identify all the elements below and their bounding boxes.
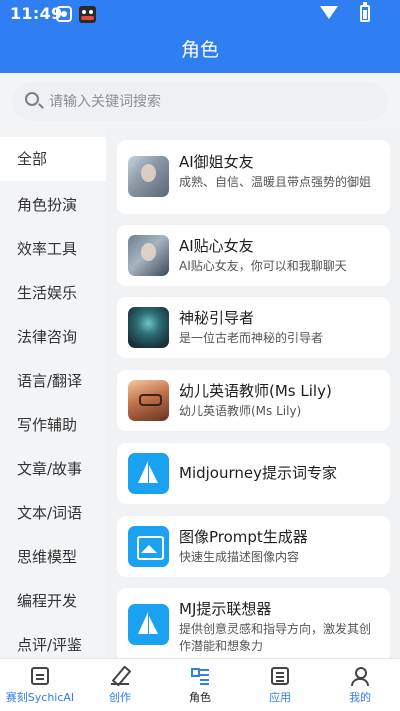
bottom-tab-bar: 赛刻SychicAI 创作 角色 应用 我的 — [0, 658, 400, 711]
portrait-avatar — [128, 235, 169, 276]
tab-label: 赛刻SychicAI — [5, 691, 75, 704]
role-card[interactable]: 图像Prompt生成器 快速生成描述图像内容 — [117, 516, 390, 577]
role-title: AI贴心女友 — [179, 237, 254, 255]
sidebar-item-writing[interactable]: 写作辅助 — [0, 403, 106, 447]
portrait-avatar — [128, 156, 169, 197]
sailboat-icon — [128, 453, 169, 494]
role-card[interactable]: 神秘引导者 是一位古老而神秘的引导者 — [117, 297, 390, 358]
tab-sychicai[interactable]: 赛刻SychicAI — [0, 659, 80, 711]
role-desc: 幼儿英语教师(Ms Lily) — [179, 404, 302, 418]
status-bar: 11:49 — [0, 0, 400, 28]
tab-label: 角色 — [189, 691, 211, 704]
role-card[interactable]: MJ提示联想器 提供创意灵感和指导方向，激发其创作潜能和想象力 — [117, 588, 390, 658]
sidebar-item-programming[interactable]: 编程开发 — [0, 579, 106, 623]
tab-label: 我的 — [349, 691, 371, 704]
tab-roles[interactable]: 角色 — [160, 659, 240, 711]
category-sidebar: 全部 角色扮演 效率工具 生活娱乐 法律咨询 语言/翻译 写作辅助 文章/故事 … — [0, 128, 106, 658]
sidebar-item-text[interactable]: 文本/词语 — [0, 491, 106, 535]
sidebar-item-legal[interactable]: 法律咨询 — [0, 315, 106, 359]
doc-icon — [271, 667, 289, 685]
role-title: AI御姐女友 — [179, 153, 254, 171]
list-icon — [191, 667, 209, 685]
sidebar-item-articles[interactable]: 文章/故事 — [0, 447, 106, 491]
tab-create[interactable]: 创作 — [80, 659, 160, 711]
role-desc: 快速生成描述图像内容 — [179, 550, 300, 564]
sidebar-item-roleplay[interactable]: 角色扮演 — [0, 183, 106, 227]
role-title: 神秘引导者 — [179, 309, 255, 327]
role-title: MJ提示联想器 — [179, 600, 272, 618]
wifi-icon — [320, 6, 338, 19]
role-card[interactable]: AI贴心女友 AI贴心女友，你可以和我聊聊天 — [117, 225, 390, 286]
role-title: Midjourney提示词专家 — [179, 464, 337, 482]
chat-icon — [31, 667, 49, 685]
search-input[interactable] — [49, 82, 379, 121]
tab-label: 创作 — [109, 691, 131, 704]
sidebar-item-thinking[interactable]: 思维模型 — [0, 535, 106, 579]
mystic-avatar — [128, 307, 169, 348]
page-title: 角色 — [0, 28, 400, 73]
role-desc: 提供创意灵感和指导方向，激发其创作潜能和想象力 — [179, 622, 372, 653]
pen-icon — [111, 667, 129, 685]
battery-icon — [360, 2, 370, 22]
sidebar-item-review[interactable]: 点评/评鉴 — [0, 623, 106, 658]
role-card[interactable]: AI御姐女友 成熟、自信、温暖且带点强势的御姐 — [117, 140, 390, 214]
user-icon — [351, 667, 369, 686]
role-card[interactable]: 幼儿英语教师(Ms Lily) 幼儿英语教师(Ms Lily) — [117, 370, 390, 431]
sidebar-item-lifestyle[interactable]: 生活娱乐 — [0, 271, 106, 315]
role-title: 幼儿英语教师(Ms Lily) — [179, 382, 332, 400]
tab-apps[interactable]: 应用 — [240, 659, 320, 711]
tab-label: 应用 — [269, 691, 291, 704]
role-desc: AI贴心女友，你可以和我聊聊天 — [179, 259, 347, 273]
role-card[interactable]: Midjourney提示词专家 — [117, 443, 390, 504]
search-bar[interactable] — [12, 82, 388, 121]
image-icon — [128, 526, 169, 567]
panda-app-icon — [79, 6, 96, 23]
teacher-avatar — [128, 380, 169, 421]
notification-app-icon — [56, 6, 72, 22]
tab-mine[interactable]: 我的 — [320, 659, 400, 711]
sidebar-item-productivity[interactable]: 效率工具 — [0, 227, 106, 271]
sailboat-icon — [128, 604, 169, 645]
sidebar-item-all[interactable]: 全部 — [0, 137, 106, 181]
status-time: 11:49 — [10, 4, 63, 23]
role-desc: 成熟、自信、温暖且带点强势的御姐 — [179, 175, 372, 189]
search-icon — [25, 92, 39, 106]
role-title: 图像Prompt生成器 — [179, 528, 308, 546]
role-list: AI御姐女友 成熟、自信、温暖且带点强势的御姐 AI贴心女友 AI贴心女友，你可… — [106, 128, 400, 658]
sidebar-item-translation[interactable]: 语言/翻译 — [0, 359, 106, 403]
role-desc: 是一位古老而神秘的引导者 — [179, 331, 324, 345]
